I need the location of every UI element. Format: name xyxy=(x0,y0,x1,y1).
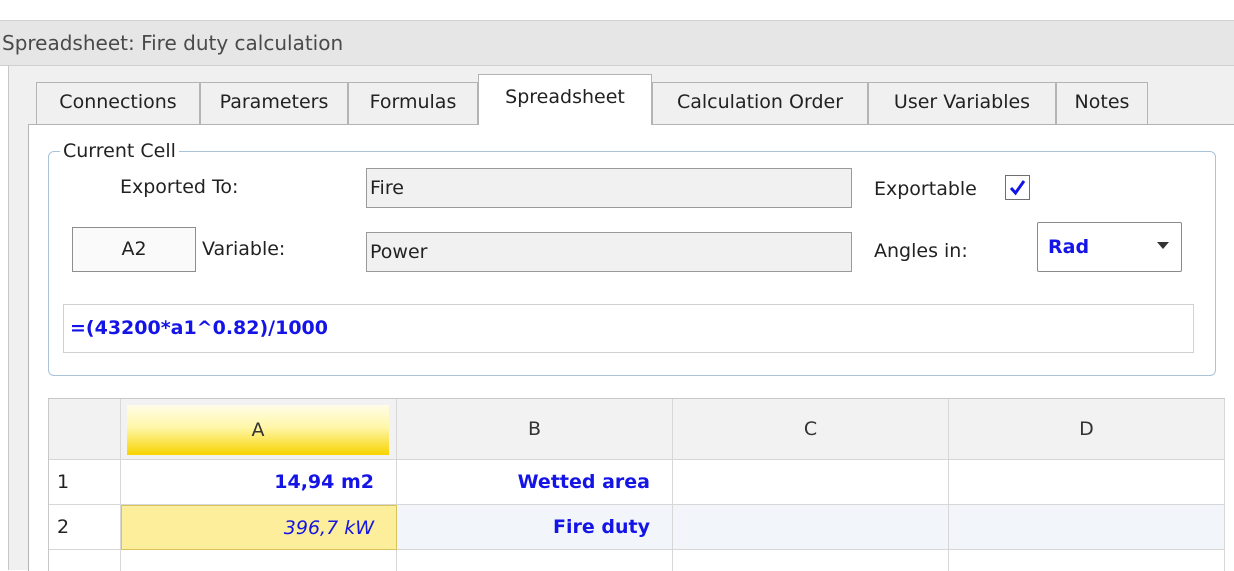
exported-to-label: Exported To: xyxy=(120,176,239,198)
checkmark-icon xyxy=(1009,180,1026,196)
cell-b1[interactable]: Wetted area xyxy=(397,460,673,505)
variable-label: Variable: xyxy=(202,238,286,260)
row-header-3[interactable] xyxy=(49,550,121,571)
tab-parameters[interactable]: Parameters xyxy=(200,82,348,124)
tab-calculation-order[interactable]: Calculation Order xyxy=(652,82,868,124)
angles-select-value: Rad xyxy=(1048,236,1090,258)
top-strip xyxy=(0,0,1234,16)
row-header-1[interactable]: 1 xyxy=(49,460,121,505)
exportable-label: Exportable xyxy=(874,178,977,200)
column-header-b[interactable]: B xyxy=(397,399,673,460)
corner-header xyxy=(49,399,121,460)
window-title: Spreadsheet: Fire duty calculation xyxy=(2,31,344,55)
column-header-a[interactable]: A xyxy=(127,405,389,455)
variable-field[interactable]: Power xyxy=(366,232,852,272)
cell-a2[interactable]: 396,7 kW xyxy=(121,505,397,550)
cell-d1[interactable] xyxy=(949,460,1225,505)
spreadsheet-grid: A B C D 1 14,94 m2 Wetted area 2 396,7 k… xyxy=(48,398,1225,571)
cell-c1[interactable] xyxy=(673,460,949,505)
cell-a3[interactable] xyxy=(121,550,397,571)
cell-b2[interactable]: Fire duty xyxy=(397,505,673,550)
cell-reference: A2 xyxy=(72,227,196,272)
cell-a1[interactable]: 14,94 m2 xyxy=(121,460,397,505)
cell-c2[interactable] xyxy=(673,505,949,550)
column-header-d[interactable]: D xyxy=(949,399,1225,460)
cell-b3[interactable] xyxy=(397,550,673,571)
tab-spreadsheet[interactable]: Spreadsheet xyxy=(478,74,652,125)
column-header-c[interactable]: C xyxy=(673,399,949,460)
tab-user-variables[interactable]: User Variables xyxy=(868,82,1056,124)
exportable-checkbox[interactable] xyxy=(1005,175,1030,200)
formula-input[interactable]: =(43200*a1^0.82)/1000 xyxy=(63,304,1194,353)
tab-connections[interactable]: Connections xyxy=(36,82,200,124)
chevron-down-icon xyxy=(1157,242,1169,249)
angles-label: Angles in: xyxy=(874,240,968,262)
cell-d3[interactable] xyxy=(949,550,1225,571)
tab-notes[interactable]: Notes xyxy=(1056,82,1148,124)
current-cell-group-title: Current Cell xyxy=(60,140,179,162)
row-header-2[interactable]: 2 xyxy=(49,505,121,550)
tab-formulas[interactable]: Formulas xyxy=(348,82,478,124)
title-bar: Spreadsheet: Fire duty calculation xyxy=(0,20,1234,66)
cell-c3[interactable] xyxy=(673,550,949,571)
exported-to-field[interactable]: Fire xyxy=(366,168,852,208)
cell-d2[interactable] xyxy=(949,505,1225,550)
